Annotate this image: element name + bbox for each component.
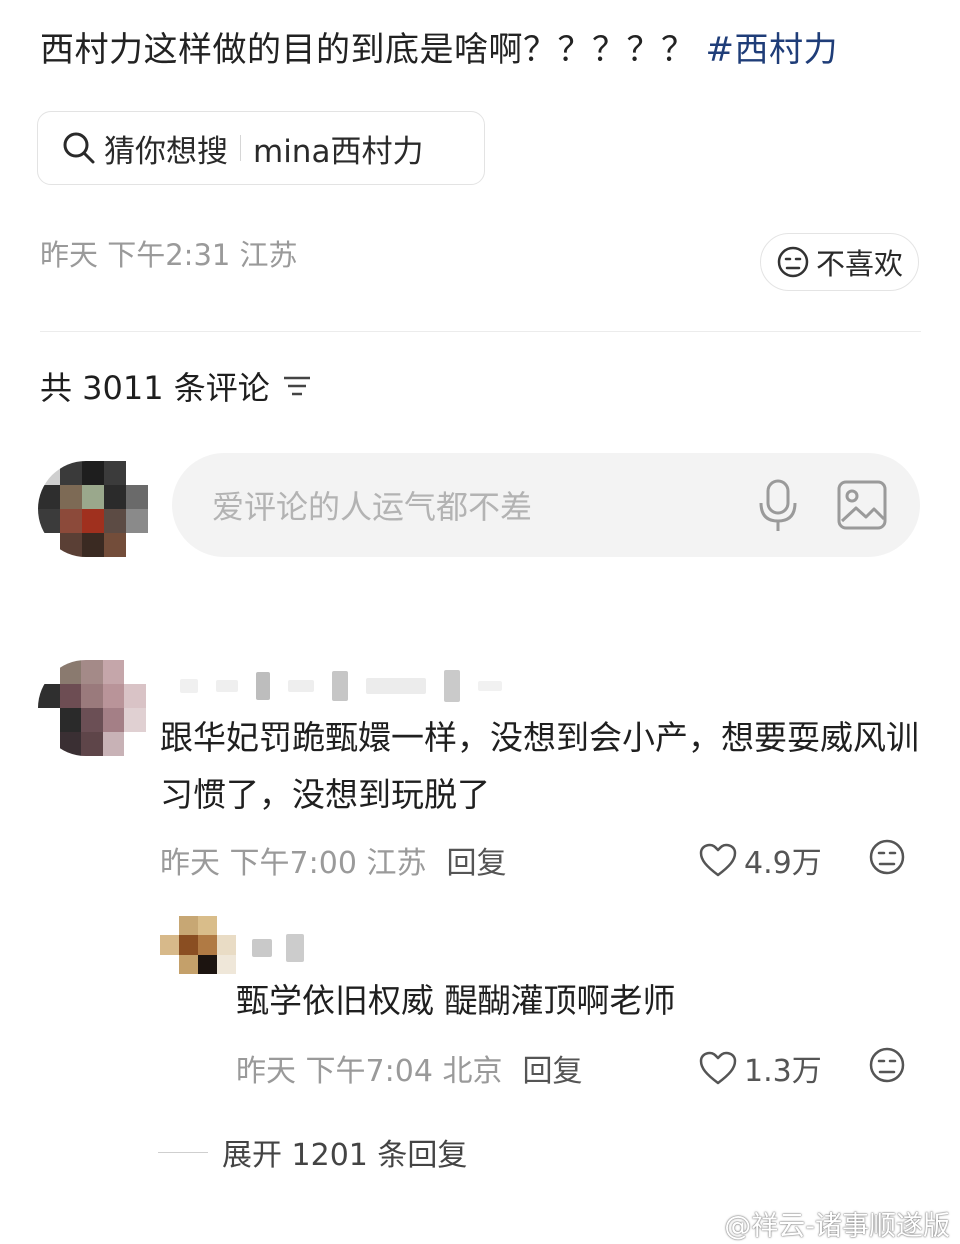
- search-suggestion-chip[interactable]: 猜你想搜 mina西村力: [37, 111, 485, 185]
- replier-avatar[interactable]: [160, 916, 236, 974]
- comment-time-location: 昨天 下午7:00 江苏: [160, 846, 427, 881]
- reply-button[interactable]: 回复: [522, 1054, 582, 1089]
- search-suggestion-prefix: 猜你想搜: [104, 133, 228, 170]
- heart-icon: [698, 1050, 738, 1086]
- dislike-face-icon[interactable]: [868, 838, 906, 876]
- comment-input-placeholder: 爱评论的人运气都不差: [212, 488, 533, 526]
- dislike-face-icon[interactable]: [868, 1046, 906, 1084]
- reply-time-location: 昨天 下午7:04 北京: [236, 1054, 503, 1089]
- commenter-avatar[interactable]: [38, 660, 146, 756]
- reply-meta: 昨天 下午7:04 北京 回复: [236, 1046, 582, 1090]
- search-suggestion-query: mina西村力: [253, 133, 424, 170]
- image-icon[interactable]: [834, 477, 890, 533]
- expand-replies-label: 展开 1201 条回复: [222, 1138, 468, 1173]
- dislike-face-icon: [776, 245, 810, 279]
- post-title: 西村力这样做的目的到底是啥啊？？？？？ #西村力: [40, 22, 838, 71]
- dislike-label: 不喜欢: [815, 247, 903, 281]
- watermark-text: @祥云-诸事顺遂版: [724, 1211, 950, 1242]
- heart-icon: [698, 842, 738, 878]
- reply-like-button[interactable]: 1.3万: [698, 1046, 822, 1090]
- dislike-button[interactable]: 不喜欢: [760, 233, 919, 291]
- like-count: 4.9万: [744, 846, 822, 881]
- current-user-avatar[interactable]: [38, 461, 148, 557]
- search-icon: [62, 131, 96, 165]
- comment-count-label: 共 3011 条评论: [40, 369, 270, 407]
- watermark: @祥云-诸事顺遂版: [690, 1204, 950, 1244]
- comment-meta: 昨天 下午7:00 江苏 回复: [160, 838, 506, 882]
- comment-input[interactable]: 爱评论的人运气都不差: [172, 453, 920, 557]
- expand-replies-button[interactable]: 展开 1201 条回复: [158, 1130, 467, 1174]
- post-title-text: 西村力这样做的目的到底是啥啊？？？？？: [40, 30, 696, 70]
- like-count: 1.3万: [744, 1054, 822, 1089]
- microphone-icon[interactable]: [750, 477, 806, 533]
- reply-text: 甄学依旧权威 醍醐灌顶啊老师: [236, 981, 676, 1020]
- hashtag-link[interactable]: #西村力: [706, 30, 839, 70]
- post-meta: 昨天 下午2:31 江苏: [40, 238, 298, 272]
- weibo-logo-icon: [690, 1211, 720, 1244]
- comment-like-button[interactable]: 4.9万: [698, 838, 822, 882]
- chip-separator: [240, 135, 241, 161]
- reply-button[interactable]: 回复: [446, 846, 506, 881]
- expand-line: [158, 1151, 208, 1153]
- replier-name-blurred: [252, 934, 304, 962]
- comment-text: 跟华妃罚跪甄嬛一样，没想到会小产，想要耍威风训习惯了，没想到玩脱了: [160, 718, 919, 814]
- sort-icon[interactable]: [280, 371, 314, 401]
- comment-count-header: 共 3011 条评论: [40, 363, 314, 409]
- section-divider: [40, 331, 921, 332]
- commenter-name-blurred: [180, 670, 502, 702]
